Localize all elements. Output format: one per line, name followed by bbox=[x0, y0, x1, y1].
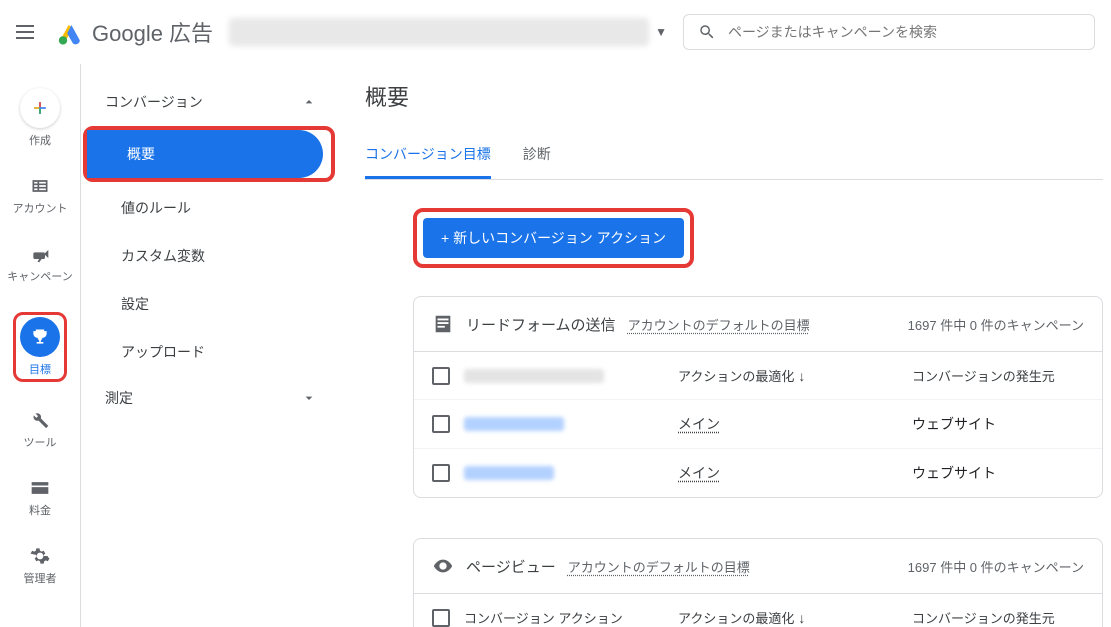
checkbox-all[interactable] bbox=[432, 367, 450, 385]
highlight-new-action: + 新しいコンバージョン アクション bbox=[413, 208, 694, 268]
table-header-row: コンバージョン アクション アクションの最適化↓ コンバージョンの発生元 bbox=[414, 594, 1102, 627]
page-title: 概要 bbox=[365, 80, 1103, 112]
nav-section-conversion[interactable]: コンバージョン bbox=[81, 80, 341, 124]
card-pageview: ページビュー アカウントのデフォルトの目標 1697 件中 0 件のキャンペーン… bbox=[413, 538, 1103, 627]
tools-icon bbox=[30, 410, 50, 430]
sort-down-icon: ↓ bbox=[798, 368, 805, 384]
rail-tools[interactable]: ツール bbox=[24, 410, 57, 450]
megaphone-icon bbox=[30, 244, 50, 264]
nav-section-measure[interactable]: 測定 bbox=[81, 376, 341, 420]
redacted-name bbox=[464, 466, 554, 480]
rail-account[interactable]: アカウント bbox=[13, 176, 68, 216]
hamburger-icon[interactable] bbox=[16, 20, 40, 44]
plus-icon bbox=[30, 98, 50, 118]
card-stats: 1697 件中 0 件のキャンペーン bbox=[908, 557, 1084, 576]
search-input[interactable] bbox=[728, 24, 1080, 40]
nav-item-settings[interactable]: 設定 bbox=[81, 280, 341, 328]
google-ads-logo-icon bbox=[56, 18, 84, 46]
tabs: コンバージョン目標 診断 bbox=[365, 136, 1103, 180]
redacted-header bbox=[464, 369, 604, 383]
eye-icon bbox=[432, 555, 454, 577]
credit-card-icon bbox=[30, 478, 50, 498]
trophy-icon bbox=[30, 327, 50, 347]
table-row[interactable]: メイン ウェブサイト bbox=[414, 449, 1102, 497]
account-icon bbox=[30, 176, 50, 196]
checkbox-all[interactable] bbox=[432, 609, 450, 627]
logo[interactable]: Google 広告 bbox=[56, 16, 213, 48]
form-icon bbox=[432, 313, 454, 335]
account-switcher[interactable]: ▼ bbox=[229, 18, 667, 46]
search-icon bbox=[698, 23, 716, 41]
rail-campaign[interactable]: キャンペーン bbox=[7, 244, 72, 284]
table-header-row: アクションの最適化↓ コンバージョンの発生元 bbox=[414, 352, 1102, 400]
card-default-label[interactable]: アカウントのデフォルトの目標 bbox=[628, 315, 810, 334]
card-header: リードフォームの送信 アカウントのデフォルトの目標 1697 件中 0 件のキャ… bbox=[414, 297, 1102, 352]
card-lead-form: リードフォームの送信 アカウントのデフォルトの目標 1697 件中 0 件のキャ… bbox=[413, 296, 1103, 498]
card-stats: 1697 件中 0 件のキャンペーン bbox=[908, 315, 1084, 334]
card-title: リードフォームの送信 bbox=[466, 314, 616, 335]
highlight-goals: 目標 bbox=[13, 312, 67, 382]
tab-goals[interactable]: コンバージョン目標 bbox=[365, 136, 491, 179]
main-content: 概要 コンバージョン目標 診断 + 新しいコンバージョン アクション リードフォ… bbox=[341, 64, 1111, 627]
new-conversion-action-button[interactable]: + 新しいコンバージョン アクション bbox=[423, 218, 684, 258]
rail-goals[interactable]: 目標 bbox=[20, 317, 60, 377]
rail-create[interactable]: 作成 bbox=[20, 88, 60, 148]
sidebar-nav: コンバージョン 概要 値のルール カスタム変数 設定 アップロード 測定 bbox=[81, 64, 341, 627]
card-title: ページビュー bbox=[466, 556, 556, 577]
caret-down-icon: ▼ bbox=[655, 25, 667, 39]
gear-icon bbox=[30, 546, 50, 566]
checkbox[interactable] bbox=[432, 464, 450, 482]
nav-item-upload[interactable]: アップロード bbox=[81, 328, 341, 376]
nav-item-custom-vars[interactable]: カスタム変数 bbox=[81, 232, 341, 280]
tab-diagnostics[interactable]: 診断 bbox=[523, 136, 551, 179]
redacted-name bbox=[464, 417, 564, 431]
search-bar bbox=[683, 14, 1095, 50]
card-default-label[interactable]: アカウントのデフォルトの目標 bbox=[568, 557, 750, 576]
left-rail: 作成 アカウント キャンペーン 目標 ツール 料金 管理者 bbox=[0, 64, 80, 627]
rail-billing[interactable]: 料金 bbox=[29, 478, 51, 518]
rail-admin[interactable]: 管理者 bbox=[24, 546, 57, 586]
chevron-down-icon bbox=[301, 390, 317, 406]
sort-down-icon: ↓ bbox=[798, 610, 805, 626]
chevron-up-icon bbox=[301, 94, 317, 110]
top-bar: Google 広告 ▼ bbox=[0, 0, 1111, 64]
account-name-redacted bbox=[229, 18, 649, 46]
nav-item-value-rules[interactable]: 値のルール bbox=[81, 184, 341, 232]
checkbox[interactable] bbox=[432, 415, 450, 433]
table-row[interactable]: メイン ウェブサイト bbox=[414, 400, 1102, 449]
nav-item-overview[interactable]: 概要 bbox=[87, 130, 323, 178]
card-header: ページビュー アカウントのデフォルトの目標 1697 件中 0 件のキャンペーン bbox=[414, 539, 1102, 594]
logo-text: Google 広告 bbox=[92, 16, 213, 48]
highlight-overview: 概要 bbox=[83, 126, 335, 182]
